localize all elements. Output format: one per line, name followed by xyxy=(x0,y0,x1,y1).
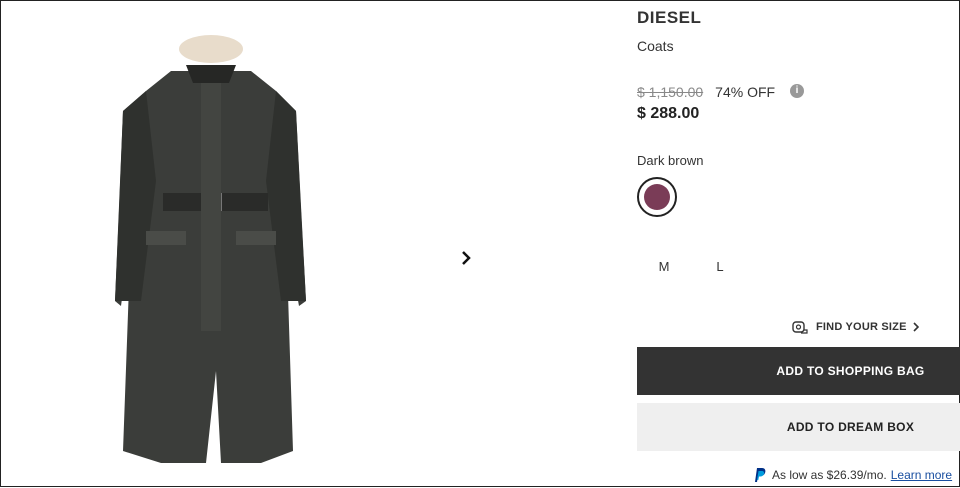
find-your-size-link[interactable]: FIND YOUR SIZE xyxy=(792,320,927,334)
original-price: $ 1,150.00 xyxy=(637,84,704,100)
size-selector: M L xyxy=(641,259,743,274)
find-your-size-label: FIND YOUR SIZE xyxy=(816,321,907,333)
size-option-m[interactable]: M xyxy=(641,259,687,274)
add-to-dream-box-button[interactable]: ADD TO DREAM BOX xyxy=(637,403,960,451)
brand-name[interactable]: DIESEL xyxy=(637,8,701,28)
discount-label: 74% OFF xyxy=(715,84,776,100)
size-option-l[interactable]: L xyxy=(697,259,743,274)
add-to-dream-label: ADD TO DREAM BOX xyxy=(786,420,915,434)
next-image-arrow[interactable] xyxy=(456,247,476,269)
color-swatch[interactable] xyxy=(637,177,677,217)
paypal-financing: As low as $26.39/mo. Learn more xyxy=(752,467,952,483)
paypal-text: As low as $26.39/mo. xyxy=(772,468,887,482)
swatch-fill xyxy=(644,184,670,210)
product-image xyxy=(115,35,306,463)
measuring-tape-icon xyxy=(792,321,808,334)
chevron-right-icon xyxy=(913,322,919,332)
color-name: Dark brown xyxy=(637,153,704,168)
learn-more-link[interactable]: Learn more xyxy=(891,468,952,482)
product-gallery xyxy=(1,1,621,488)
add-to-bag-label: ADD TO SHOPPING BAG xyxy=(776,364,925,378)
product-category: Coats xyxy=(637,38,674,54)
price-row: $ 1,150.00 74% OFF xyxy=(637,84,775,100)
add-to-shopping-bag-button[interactable]: ADD TO SHOPPING BAG xyxy=(637,347,960,395)
info-icon[interactable]: i xyxy=(790,84,804,98)
paypal-icon xyxy=(755,468,766,482)
sale-price: $ 288.00 xyxy=(637,105,700,122)
